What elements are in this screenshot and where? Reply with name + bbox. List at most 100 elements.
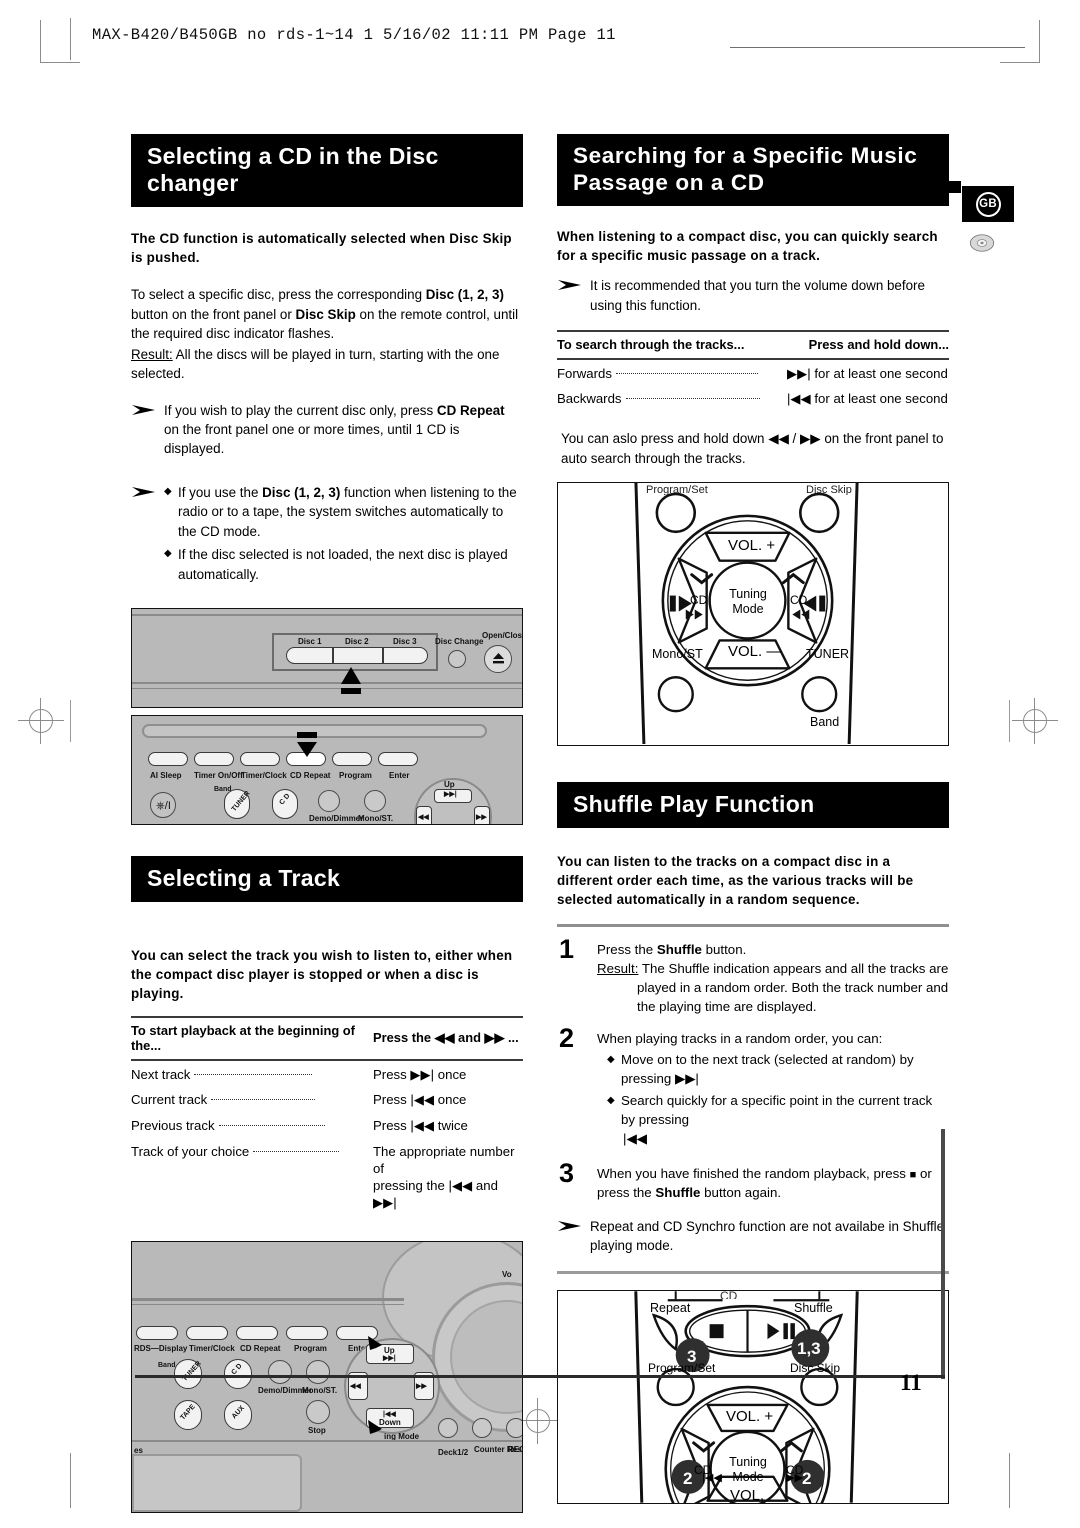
selecting-cd-note-2: ◆ If you use the Disc (1, 2, 3) function …: [131, 483, 523, 584]
srow0-right: for at least one second: [814, 365, 948, 381]
fn-sep: /: [788, 431, 800, 447]
searching-title-line1: Searching for a Specific Music: [573, 143, 918, 168]
col-header-search: To search through the tracks...: [557, 330, 787, 361]
s3-a: When you have finished the random playba…: [597, 1165, 910, 1181]
row1-post: once: [437, 1092, 467, 1108]
row0-left: Next track: [131, 1066, 191, 1082]
band-label: Band: [810, 715, 840, 730]
leader-dots: [218, 1125, 325, 1127]
enter-label: Enter: [389, 771, 410, 780]
shuffle-step-2: 2 When playing tracks in a random order,…: [557, 1024, 949, 1149]
srow0-left: Forwards: [557, 365, 612, 381]
searching-lead-text: When listening to a compact disc, you ca…: [557, 229, 938, 264]
disc-change-label: Disc Change: [435, 637, 484, 646]
s2b2: Search quickly for a specific point in t…: [621, 1093, 933, 1128]
deck-button-1[interactable]: [438, 1418, 458, 1439]
shuffle-lead-text: You can listen to the tracks on a compac…: [557, 854, 914, 908]
row0-pre: Press: [373, 1066, 407, 1082]
searching-note: It is recommended that you turn the volu…: [557, 276, 949, 315]
disc-buttons[interactable]: [286, 647, 428, 664]
open-close-label: Open/Clos: [482, 631, 522, 640]
step-1-line1: Press the Shuffle button.: [597, 941, 949, 960]
stop-button[interactable]: [306, 1400, 330, 1425]
deck-button-2[interactable]: [472, 1418, 492, 1439]
page-edge-rule-horizontal: [135, 1375, 945, 1378]
vol-plus-label: VOL. +: [726, 1407, 774, 1425]
rds-display-button[interactable]: [136, 1326, 178, 1341]
shuffle-step-1: 1 Press the Shuffle button. Result: The …: [557, 936, 949, 1017]
mono-st-button[interactable]: [306, 1360, 330, 1385]
shuffle-bold-1: Shuffle: [656, 942, 702, 958]
row-label: Current track: [131, 1087, 373, 1113]
row3-l2b: and: [472, 1178, 498, 1193]
note-arrow-icon: [558, 280, 581, 291]
step-2-bullets: ◆ Move on to the next track (selected at …: [597, 1051, 949, 1148]
searching-table: To search through the tracks... Press an…: [557, 330, 949, 411]
searching-title-line2: Passage on a CD: [573, 169, 765, 195]
prev-track-icon: |◀◀: [410, 1092, 435, 1108]
selecting-cd-note-1: If you wish to play the current disc onl…: [131, 401, 523, 459]
row-value: |◀◀ for at least one second: [787, 386, 949, 412]
mono-st-label: Mono/ST.: [302, 1386, 338, 1396]
repeat-label: Repeat: [650, 1300, 691, 1315]
next-track-icon: ▶▶|: [674, 1071, 699, 1087]
step-3-text: When you have finished the random playba…: [597, 1165, 949, 1203]
row1-left: Current track: [131, 1092, 208, 1108]
s1-a: Press the: [597, 942, 657, 958]
demo-dimmer-button[interactable]: [268, 1360, 292, 1385]
cd-right-label: CD: [790, 593, 808, 608]
timer-clock-button[interactable]: [240, 752, 280, 766]
row-label: Backwards: [557, 386, 787, 412]
next-track-icon: ▶▶|: [444, 791, 457, 798]
disc-change-button[interactable]: [448, 650, 466, 668]
ai-sleep-label: AI Sleep: [150, 771, 182, 780]
rewind-icon: ◀◀: [418, 814, 429, 821]
note-arrow-icon: [132, 486, 155, 497]
list-item: ◆ Move on to the next track (selected at …: [607, 1051, 949, 1089]
table-row: Forwards ▶▶| for at least one second: [557, 359, 949, 386]
cd-top-label: CD: [720, 1289, 738, 1299]
srow1-left: Backwards: [557, 391, 622, 407]
searching-footnote: You can aslo press and hold down ◀◀ / ▶▶…: [557, 429, 949, 468]
rewind-icon: |◀◀: [787, 391, 811, 407]
s1-result-text: The Shuffle indication appears and all t…: [637, 960, 949, 1014]
disc-skip-bold: Disc Skip: [295, 306, 356, 322]
list-item: ◆ Search quickly for a specific point in …: [607, 1092, 949, 1149]
col-header-hold: Press and hold down...: [787, 330, 949, 361]
right-column: Searching for a Specific Music Passage o…: [557, 134, 949, 1504]
deck-button-3[interactable]: [506, 1418, 522, 1439]
row-label: Forwards: [557, 359, 787, 386]
timer-onoff-button[interactable]: [194, 752, 234, 766]
program-button[interactable]: [286, 1326, 328, 1341]
program-button[interactable]: [332, 752, 372, 766]
rewind-icon: ◀◀: [768, 431, 789, 447]
note1-b: on the front panel one or more times, un…: [164, 421, 460, 457]
table-header-row: To search through the tracks... Press an…: [557, 330, 949, 361]
timer-clock-button[interactable]: [186, 1326, 228, 1341]
ai-sleep-button[interactable]: [148, 752, 188, 766]
timer-clock-label: Timer/Clock: [241, 771, 287, 780]
enter-button[interactable]: [378, 752, 418, 766]
vol-minus-label: VOL.: [730, 1486, 765, 1504]
selecting-cd-lead-text: The CD function is automatically selecte…: [131, 231, 512, 266]
row-value: The appropriate number of pressing the |…: [373, 1138, 523, 1215]
demo-dimmer-button[interactable]: [318, 790, 340, 812]
shuffle-divider-top: [557, 924, 949, 928]
rewind-icon: ◀◀: [350, 1383, 361, 1391]
row-value: Press |◀◀ once: [373, 1087, 523, 1113]
step-1-number: 1: [559, 934, 575, 965]
selecting-track-lead: You can select the track you wish to lis…: [131, 946, 523, 1003]
row0-post: once: [437, 1066, 467, 1082]
callout-2-right: 2: [802, 1468, 812, 1488]
section-title-selecting-cd: Selecting a CD in the Disc changer: [131, 134, 523, 208]
figure-disc-tray: Disc 1 Disc 2 Disc 3 Disc Change Open/Cl…: [131, 608, 523, 708]
prev-track-icon: |◀◀: [623, 1130, 647, 1146]
timer-onoff-label: Timer On/Off: [194, 771, 243, 780]
n2b1-a: If you use the: [178, 484, 263, 500]
cd-repeat-button[interactable]: [236, 1326, 278, 1341]
pointer-up-icon: [341, 667, 361, 694]
tuning-mode-label: Tuning Mode: [729, 587, 767, 617]
mono-st-label: Mono/ST: [652, 647, 703, 662]
mono-st-button[interactable]: [364, 790, 386, 812]
s2b1: Move on to the next track (selected at r…: [621, 1052, 914, 1087]
